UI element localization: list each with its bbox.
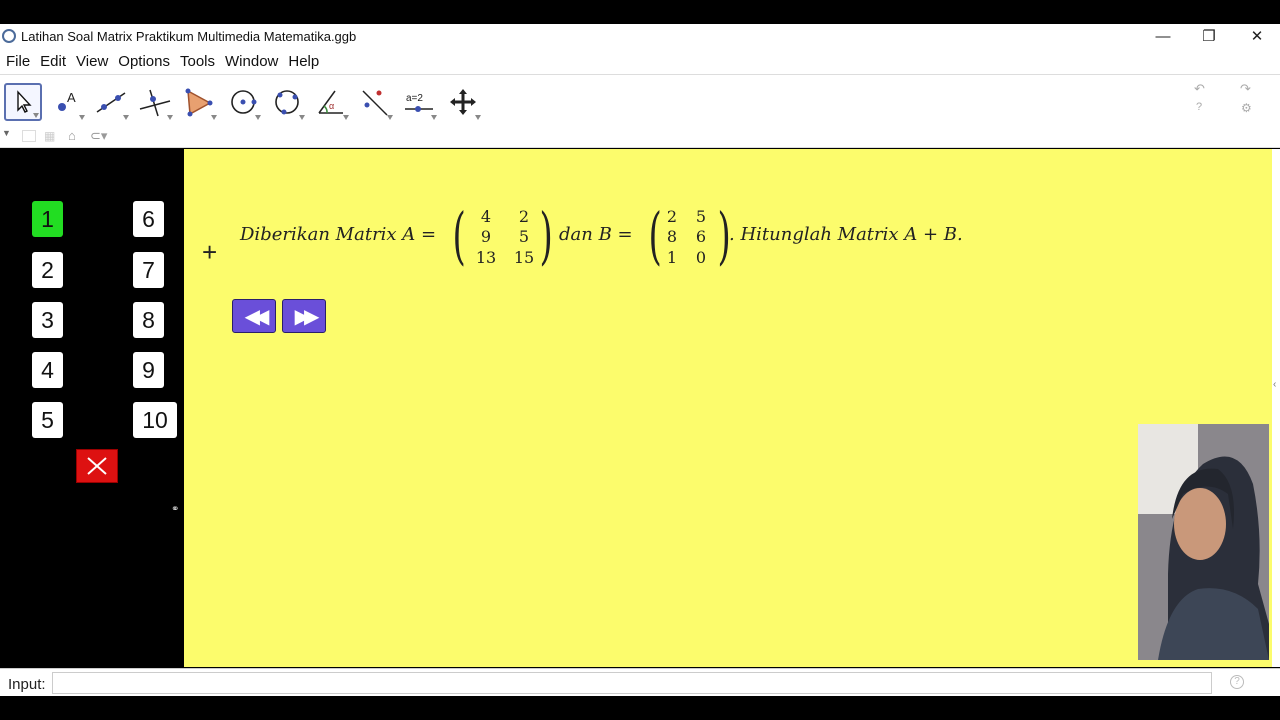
input-help-icon[interactable]: ?	[1230, 675, 1244, 689]
question-button-2[interactable]: 2	[32, 252, 63, 288]
move-view-tool-button[interactable]	[444, 83, 482, 121]
point-tool-button[interactable]: A	[48, 83, 86, 121]
menu-view[interactable]: View	[74, 53, 114, 70]
line-tool-button[interactable]	[92, 83, 130, 121]
angle-icon: α	[318, 90, 343, 114]
collapse-chevron-icon[interactable]: ‹	[1273, 379, 1276, 390]
angle-tool-button[interactable]: α	[312, 83, 350, 121]
input-field[interactable]	[52, 672, 1212, 694]
title-bar: Latihan Soal Matrix Praktikum Multimedia…	[0, 24, 1280, 48]
screen: Latihan Soal Matrix Praktikum Multimedia…	[0, 0, 1280, 720]
matrix-b-cell: 6	[695, 227, 707, 246]
matrix-b-cell: 1	[666, 248, 678, 267]
question-button-6[interactable]: 6	[133, 201, 164, 237]
matrix-a: 4 2 9 5 13 15	[469, 203, 541, 267]
point-icon: A	[58, 90, 76, 111]
grid-toggle-icon[interactable]: ▦	[44, 129, 55, 143]
restore-button[interactable]: ❐	[1186, 24, 1232, 48]
matrix-b: 2 5 8 6 1 0	[662, 203, 726, 267]
help-icon[interactable]: ?	[1196, 101, 1202, 113]
redo-icon[interactable]: ↷	[1240, 81, 1251, 97]
matrix-b-cell: 8	[666, 227, 678, 246]
question-button-7[interactable]: 7	[133, 252, 164, 288]
link-anchor-icon: ⚭	[171, 504, 180, 515]
question-button-9[interactable]: 9	[133, 352, 164, 388]
style-bar: ▼ ▦ ⌂ ⊂▾	[0, 126, 1280, 148]
fast-forward-icon: ▶▶	[294, 305, 320, 328]
svg-text:A: A	[67, 90, 76, 105]
circle-center-icon	[231, 90, 257, 114]
window-title: Latihan Soal Matrix Praktikum Multimedia…	[21, 28, 357, 44]
problem-outro-text: . Hitunglah Matrix A + B.	[729, 224, 963, 245]
point-capture-icon[interactable]: ⊂▾	[90, 128, 107, 144]
menu-window[interactable]: Window	[223, 53, 284, 70]
right-edge-strip: ‹	[1272, 149, 1280, 667]
line-icon	[96, 92, 126, 113]
style-bar-toggle-icon[interactable]: ▼	[2, 128, 11, 138]
toolbar: A α a=2 ↶ ↷ ? ⚙	[0, 74, 1280, 126]
input-bar: Input: ?	[0, 668, 1280, 696]
question-button-8[interactable]: 8	[133, 302, 164, 338]
problem-intro-text: Diberikan Matrix A =	[240, 224, 437, 245]
question-selector-panel: 1 2 3 4 5 6 7 8 9 10 ⚭	[0, 149, 184, 667]
matrix-a-left-paren: (	[452, 199, 466, 272]
move-tool-button[interactable]	[4, 83, 42, 121]
matrix-a-cell: 2	[518, 207, 530, 226]
webcam-presenter-video	[1138, 424, 1269, 660]
circle-three-points-icon	[275, 90, 299, 115]
move-arrows-icon	[450, 89, 476, 115]
previous-question-button[interactable]: ◀◀	[232, 299, 276, 333]
perpendicular-line-icon	[139, 89, 171, 117]
gear-icon[interactable]: ⚙	[1241, 101, 1252, 115]
reflect-line-icon	[362, 90, 388, 116]
svg-text:α: α	[329, 101, 334, 111]
matrix-b-cell: 2	[666, 207, 678, 226]
menu-tools[interactable]: Tools	[178, 53, 221, 70]
geogebra-app-icon	[2, 29, 16, 43]
menu-edit[interactable]: Edit	[38, 53, 72, 70]
question-button-10[interactable]: 10	[133, 402, 177, 438]
matrix-a-cell: 13	[475, 248, 497, 267]
reflect-tool-button[interactable]	[356, 83, 394, 121]
question-button-1[interactable]: 1	[32, 201, 63, 237]
matrix-a-right-paren: )	[539, 199, 553, 272]
menu-bar: File Edit View Options Tools Window Help	[0, 48, 1280, 74]
home-icon[interactable]: ⌂	[68, 128, 76, 143]
cursor-arrow-icon	[17, 90, 32, 113]
slider-tool-label: a=2	[406, 93, 423, 104]
menu-help[interactable]: Help	[286, 53, 325, 70]
undo-icon[interactable]: ↶	[1194, 81, 1205, 97]
menu-file[interactable]: File	[4, 53, 36, 70]
menu-options[interactable]: Options	[116, 53, 176, 70]
polygon-tool-button[interactable]	[180, 83, 218, 121]
matrix-a-cell: 5	[518, 227, 530, 246]
polygon-icon	[185, 88, 213, 117]
matrix-a-cell: 9	[480, 227, 492, 246]
next-question-button[interactable]: ▶▶	[282, 299, 326, 333]
matrix-b-cell: 5	[695, 207, 707, 226]
crosshair-cursor-icon: +	[202, 237, 218, 267]
question-button-3[interactable]: 3	[32, 302, 63, 338]
axes-toggle-icon[interactable]	[22, 130, 36, 142]
graphics-view[interactable]: + Diberikan Matrix A = ( 4 2 9 5 13 15 )…	[184, 149, 1272, 667]
matrix-a-cell: 15	[513, 248, 535, 267]
minimize-button[interactable]: —	[1140, 24, 1186, 48]
perpendicular-tool-button[interactable]	[136, 83, 174, 121]
matrix-b-cell: 0	[695, 248, 707, 267]
reset-close-button[interactable]	[76, 449, 118, 483]
x-cross-icon	[87, 457, 107, 475]
input-label: Input:	[8, 676, 46, 693]
question-button-5[interactable]: 5	[32, 402, 63, 438]
circle-3pt-tool-button[interactable]	[268, 83, 306, 121]
circle-tool-button[interactable]	[224, 83, 262, 121]
rewind-icon: ◀◀	[244, 305, 270, 328]
slider-tool-button[interactable]: a=2	[400, 83, 438, 121]
question-button-4[interactable]: 4	[32, 352, 63, 388]
problem-middle-text: dan B =	[559, 224, 633, 245]
presenter-image	[1138, 424, 1269, 660]
slider-icon: a=2	[405, 93, 433, 112]
close-window-button[interactable]: ✕	[1234, 24, 1280, 48]
matrix-a-cell: 4	[480, 207, 492, 226]
